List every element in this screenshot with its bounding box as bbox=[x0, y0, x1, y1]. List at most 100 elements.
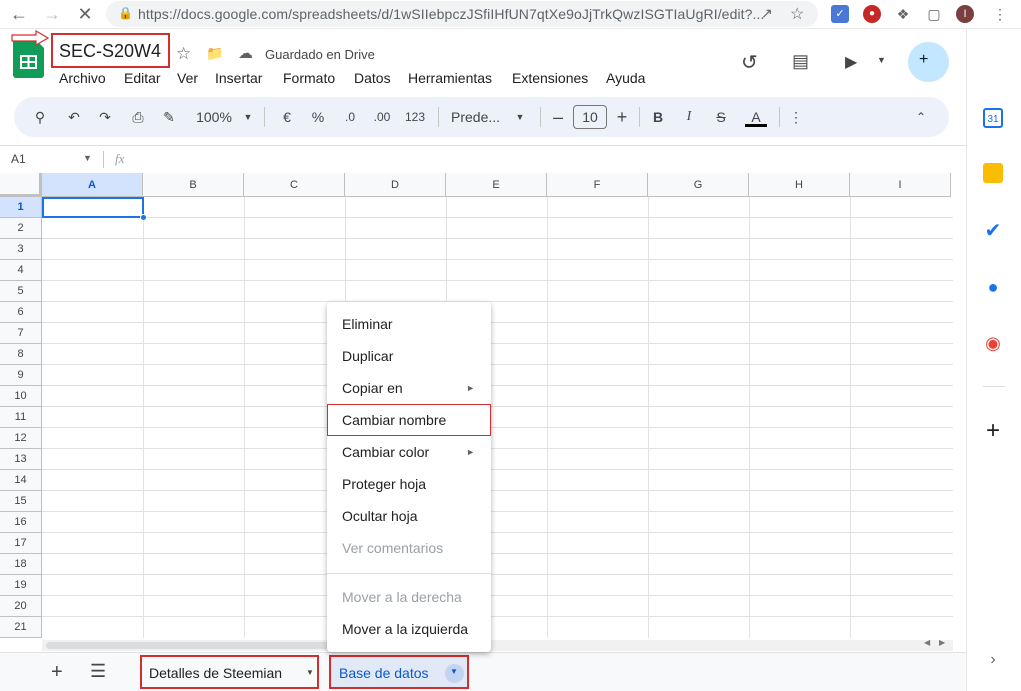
row-header[interactable]: 2 bbox=[0, 218, 42, 239]
undo-icon[interactable]: ↶ bbox=[64, 107, 84, 127]
row-header[interactable]: 7 bbox=[0, 323, 42, 344]
increase-decimals-button[interactable]: .00 bbox=[369, 107, 395, 127]
name-box[interactable]: A1 bbox=[11, 152, 26, 166]
row-header[interactable]: 19 bbox=[0, 575, 42, 596]
selected-cell-a1[interactable] bbox=[42, 197, 144, 218]
menu-extensiones[interactable]: Extensiones bbox=[512, 70, 588, 86]
row-header[interactable]: 9 bbox=[0, 365, 42, 386]
strikethrough-icon[interactable]: S bbox=[711, 107, 731, 127]
row-header[interactable]: 8 bbox=[0, 344, 42, 365]
row-header[interactable]: 4 bbox=[0, 260, 42, 281]
menu-item-duplicar[interactable]: Duplicar bbox=[327, 340, 491, 372]
address-bar[interactable]: 🔒 https://docs.google.com/spreadsheets/d… bbox=[106, 1, 818, 27]
menu-archivo[interactable]: Archivo bbox=[59, 70, 106, 86]
column-header-g[interactable]: G bbox=[648, 173, 749, 197]
add-sheet-icon[interactable]: + bbox=[51, 661, 63, 684]
more-options-icon[interactable]: ⋮ bbox=[786, 107, 806, 127]
menu-insertar[interactable]: Insertar bbox=[215, 70, 262, 86]
redo-icon[interactable]: ↷ bbox=[95, 107, 115, 127]
row-header[interactable]: 12 bbox=[0, 428, 42, 449]
scroll-right-icon[interactable]: ▶ bbox=[939, 638, 945, 647]
font-dropdown-icon[interactable]: ▼ bbox=[514, 107, 526, 127]
browser-menu-icon[interactable]: ⋮ bbox=[991, 5, 1009, 23]
row-header[interactable]: 13 bbox=[0, 449, 42, 470]
menu-ver[interactable]: Ver bbox=[177, 70, 198, 86]
column-header-f[interactable]: F bbox=[547, 173, 648, 197]
keep-icon[interactable] bbox=[983, 163, 1003, 183]
doc-title[interactable]: SEC-S20W4 bbox=[59, 41, 161, 62]
share-icon[interactable]: ↗ bbox=[761, 5, 773, 22]
row-header[interactable]: 3 bbox=[0, 239, 42, 260]
name-box-dropdown-icon[interactable]: ▼ bbox=[83, 153, 92, 163]
menu-formato[interactable]: Formato bbox=[283, 70, 335, 86]
extension-red-icon[interactable]: ● bbox=[863, 5, 881, 23]
more-formats-button[interactable]: 123 bbox=[402, 107, 428, 127]
extensions-puzzle-icon[interactable]: ❖ bbox=[894, 5, 912, 23]
menu-datos[interactable]: Datos bbox=[354, 70, 391, 86]
calendar-icon[interactable]: 31 bbox=[983, 108, 1003, 128]
sidebar-toggle-icon[interactable]: ▢ bbox=[925, 5, 943, 23]
row-header[interactable]: 10 bbox=[0, 386, 42, 407]
column-header-e[interactable]: E bbox=[446, 173, 547, 197]
column-header-a[interactable]: A bbox=[42, 173, 143, 197]
tab-dropdown-button[interactable]: ▼ bbox=[445, 664, 464, 683]
sheet-tab-detalles[interactable]: Detalles de Steemian ▼ bbox=[140, 655, 319, 689]
meet-dropdown-icon[interactable]: ▼ bbox=[877, 55, 886, 65]
stop-loading-icon[interactable]: ✕ bbox=[74, 4, 96, 24]
row-header[interactable]: 11 bbox=[0, 407, 42, 428]
menu-item-copiar-en[interactable]: Copiar en ► bbox=[327, 372, 491, 404]
row-header[interactable]: 16 bbox=[0, 512, 42, 533]
format-currency-button[interactable]: € bbox=[277, 107, 297, 127]
row-header[interactable]: 5 bbox=[0, 281, 42, 302]
column-header-b[interactable]: B bbox=[143, 173, 244, 197]
meet-camera-icon[interactable]: ▶ bbox=[845, 52, 857, 72]
decrease-font-size-icon[interactable]: – bbox=[550, 107, 566, 127]
italic-button[interactable]: I bbox=[679, 107, 699, 127]
menu-item-eliminar[interactable]: Eliminar bbox=[327, 308, 491, 340]
maps-icon[interactable]: ◉ bbox=[981, 331, 1005, 355]
forward-arrow-icon[interactable]: → bbox=[41, 4, 63, 24]
all-sheets-icon[interactable]: ☰ bbox=[90, 661, 106, 682]
menu-item-cambiar-color[interactable]: Cambiar color ► bbox=[327, 436, 491, 468]
row-header[interactable]: 6 bbox=[0, 302, 42, 323]
version-history-icon[interactable]: ↺ bbox=[741, 50, 758, 75]
zoom-dropdown-icon[interactable]: ▼ bbox=[242, 107, 254, 127]
tab-dropdown-icon[interactable]: ▼ bbox=[306, 668, 314, 677]
horizontal-scrollbar[interactable]: ◀ ▶ bbox=[42, 638, 953, 651]
row-header[interactable]: 20 bbox=[0, 596, 42, 617]
column-header-h[interactable]: H bbox=[749, 173, 850, 197]
print-icon[interactable]: ⎙ bbox=[128, 107, 148, 127]
row-header[interactable]: 1 bbox=[0, 197, 42, 218]
paint-format-icon[interactable]: ✎ bbox=[159, 107, 179, 127]
expand-panel-icon[interactable]: › bbox=[981, 648, 1005, 672]
menu-item-ocultar-hoja[interactable]: Ocultar hoja bbox=[327, 500, 491, 532]
share-button[interactable]: + bbox=[908, 42, 949, 82]
row-header[interactable]: 18 bbox=[0, 554, 42, 575]
font-select[interactable]: Prede... bbox=[451, 107, 503, 127]
tasks-icon[interactable]: ✔ bbox=[981, 219, 1005, 243]
column-header-d[interactable]: D bbox=[345, 173, 446, 197]
font-size-input[interactable]: 10 bbox=[573, 105, 607, 129]
column-header-i[interactable]: I bbox=[850, 173, 951, 197]
row-header[interactable]: 15 bbox=[0, 491, 42, 512]
back-arrow-icon[interactable]: ← bbox=[8, 4, 30, 24]
row-header[interactable]: 14 bbox=[0, 470, 42, 491]
menu-ayuda[interactable]: Ayuda bbox=[606, 70, 645, 86]
column-header-c[interactable]: C bbox=[244, 173, 345, 197]
decrease-decimals-button[interactable]: .0 bbox=[337, 107, 363, 127]
search-menus-icon[interactable]: ⚲ bbox=[30, 107, 50, 127]
row-header[interactable]: 17 bbox=[0, 533, 42, 554]
increase-font-size-icon[interactable]: + bbox=[614, 107, 630, 127]
get-add-ons-icon[interactable]: + bbox=[981, 419, 1005, 443]
comments-icon[interactable]: ▤ bbox=[792, 51, 809, 72]
sheet-tab-base-de-datos[interactable]: Base de datos ▼ bbox=[329, 655, 469, 689]
menu-herramientas[interactable]: Herramientas bbox=[408, 70, 492, 86]
bold-button[interactable]: B bbox=[648, 107, 668, 127]
fill-handle[interactable] bbox=[140, 214, 147, 221]
menu-item-cambiar-nombre[interactable]: Cambiar nombre bbox=[327, 404, 491, 436]
collapse-toolbar-icon[interactable]: ⌃ bbox=[911, 107, 931, 127]
move-folder-icon[interactable]: 📁 bbox=[206, 45, 223, 62]
zoom-select[interactable]: 100% bbox=[194, 107, 234, 127]
text-color-button[interactable]: A bbox=[745, 107, 767, 127]
row-header[interactable]: 21 bbox=[0, 617, 42, 638]
